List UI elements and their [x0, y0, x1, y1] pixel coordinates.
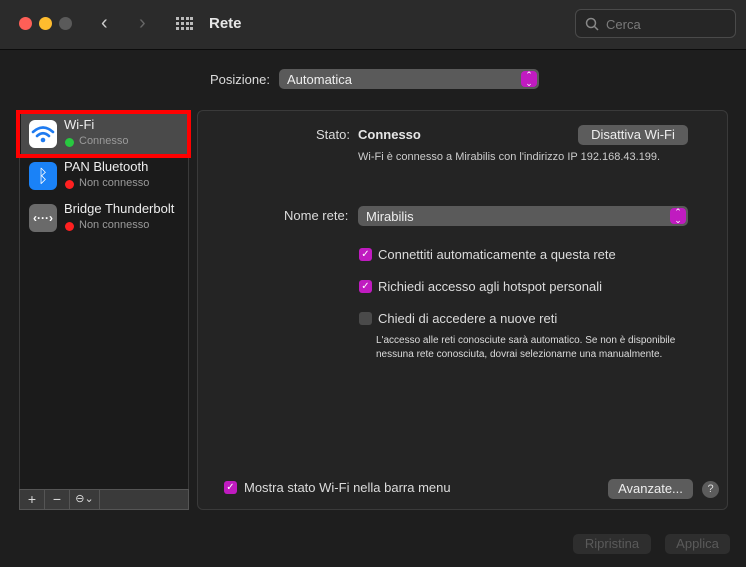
ask-join-label: Chiedi di accedere a nuove reti — [378, 311, 558, 326]
location-select[interactable]: Automatica ⌃ ⌄ — [279, 69, 539, 89]
auto-join-label: Connettiti automaticamente a questa rete — [378, 247, 616, 262]
back-icon[interactable]: ‹ — [101, 12, 108, 35]
status-label: Stato: — [316, 127, 350, 142]
network-name-value: Mirabilis — [366, 209, 414, 224]
status-dot-icon — [65, 180, 74, 189]
location-label: Posizione: — [210, 72, 270, 87]
service-item-thunderbolt[interactable]: ‹···› Bridge Thunderbolt Non connesso — [21, 197, 187, 239]
status-description: Wi-Fi è connesso a Mirabilis con l'indir… — [358, 151, 661, 163]
apply-button[interactable]: Applica — [665, 534, 730, 554]
status-value: Connesso — [358, 127, 421, 142]
revert-button[interactable]: Ripristina — [573, 534, 651, 554]
service-item-bluetooth[interactable]: ᛒ PAN Bluetooth Non connesso — [21, 155, 187, 197]
search-icon — [585, 17, 599, 31]
ask-join-checkbox[interactable] — [359, 312, 372, 325]
service-name: PAN Bluetooth — [64, 159, 149, 174]
chevron-updown-icon: ⌃ ⌄ — [670, 208, 686, 225]
minimize-button[interactable] — [39, 17, 52, 30]
show-in-menu-bar-checkbox[interactable]: ✓ — [224, 481, 237, 494]
remove-service-button[interactable]: − — [45, 490, 70, 509]
network-name-select[interactable]: Mirabilis ⌃ ⌄ — [358, 206, 688, 226]
location-value: Automatica — [287, 72, 353, 87]
disable-wifi-button[interactable]: Disattiva Wi-Fi — [578, 125, 688, 145]
grid-icon[interactable] — [176, 17, 193, 32]
service-name: Bridge Thunderbolt — [64, 201, 175, 216]
status-dot-icon — [65, 222, 74, 231]
hotspot-label: Richiedi accesso agli hotspot personali — [378, 279, 603, 294]
chevron-updown-icon: ⌃ ⌄ — [521, 71, 537, 88]
advanced-button[interactable]: Avanzate... — [608, 479, 693, 499]
zoom-button[interactable] — [59, 17, 72, 30]
help-button[interactable]: ? — [702, 481, 719, 498]
search-input[interactable]: Cerca — [575, 9, 736, 38]
show-in-menu-bar-label: Mostra stato Wi-Fi nella barra menu — [244, 480, 451, 495]
thunderbolt-bridge-icon: ‹···› — [29, 204, 57, 232]
auto-join-checkbox[interactable]: ✓ — [359, 248, 372, 261]
bluetooth-icon: ᛒ — [29, 162, 57, 190]
network-name-label: Nome rete: — [284, 208, 349, 223]
add-service-button[interactable]: + — [20, 490, 45, 509]
service-status: Non connesso — [79, 177, 150, 189]
ask-join-hint: L'accesso alle reti conosciute sarà auto… — [376, 335, 676, 360]
search-placeholder: Cerca — [606, 17, 641, 32]
window-title: Rete — [209, 15, 242, 32]
action-menu-button[interactable]: ⊖⌄ — [70, 490, 100, 509]
service-list: Wi-Fi Connesso ᛒ PAN Bluetooth Non conne… — [19, 110, 189, 510]
forward-icon[interactable]: › — [139, 12, 146, 35]
hotspot-checkbox[interactable]: ✓ — [359, 280, 372, 293]
service-status: Non connesso — [79, 219, 150, 231]
close-button[interactable] — [19, 17, 32, 30]
detail-panel — [197, 110, 728, 510]
title-bar: ‹ › Rete Cerca — [0, 0, 746, 50]
service-toolbar: + − ⊖⌄ — [19, 489, 189, 510]
highlight-box — [16, 110, 191, 158]
